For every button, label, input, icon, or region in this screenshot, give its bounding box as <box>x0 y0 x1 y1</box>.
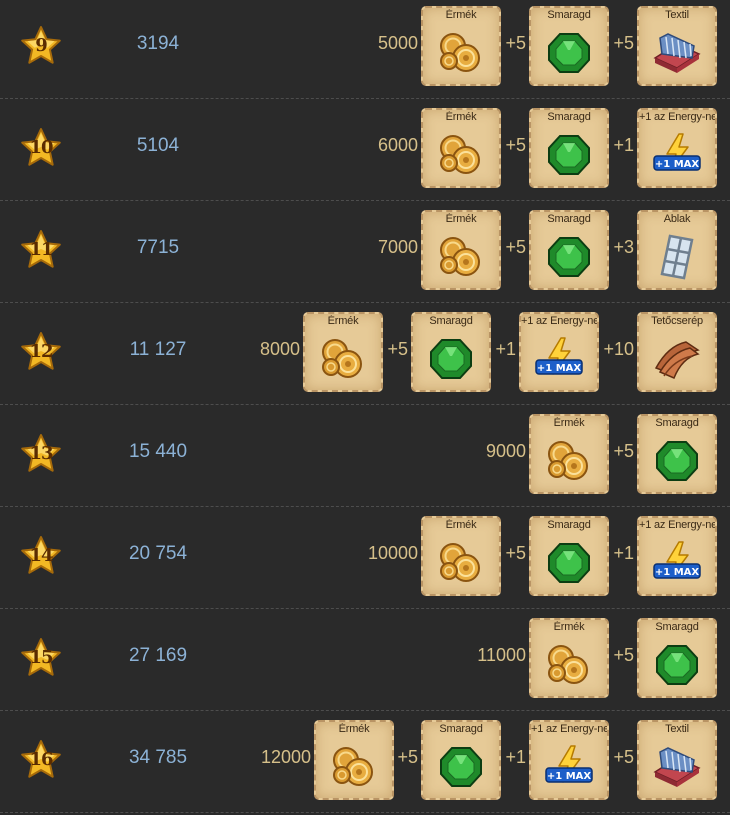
reward-label: Smaragd <box>655 417 699 429</box>
xp-required: 34 785 <box>128 747 188 768</box>
level-number: 14 <box>29 545 53 566</box>
level-row: 11 7715 7000 Érmék +5 Smaragd +3 Ablak <box>0 201 730 303</box>
reward-amount: 5000 <box>377 33 418 53</box>
reward-amount: +1 <box>495 339 516 359</box>
reward-amount: +5 <box>613 747 634 767</box>
reward-label: Érmék <box>445 519 477 531</box>
reward-label: +1 az Energy-nek <box>521 315 597 327</box>
level-star-icon: 11 <box>20 229 62 271</box>
level-number: 10 <box>29 137 53 158</box>
level-number: 13 <box>29 443 53 464</box>
reward-amount: +10 <box>603 339 634 359</box>
reward-label: Érmék <box>553 621 585 633</box>
level-row: 10 5104 6000 Érmék +5 Smaragd +1 +1 az Energy-n… <box>0 99 730 201</box>
xp-required: 15 440 <box>128 441 188 462</box>
reward-amount: 10000 <box>367 543 418 563</box>
reward-amount: +5 <box>505 33 526 53</box>
reward-card-energy[interactable]: +1 az Energy-nek +1 MAX <box>637 108 717 188</box>
svg-text:+1 MAX: +1 MAX <box>547 771 592 782</box>
level-star-icon: 16 <box>20 739 62 781</box>
reward-amount: +3 <box>613 237 634 257</box>
svg-text:+1 MAX: +1 MAX <box>655 567 700 578</box>
reward-label: Érmék <box>553 417 585 429</box>
reward-amount: 6000 <box>377 135 418 155</box>
reward-label: Smaragd <box>655 621 699 633</box>
level-star-icon: 12 <box>20 331 62 373</box>
xp-required: 3194 <box>136 33 180 54</box>
reward-label: Smaragd <box>439 723 483 735</box>
xp-required: 7715 <box>136 237 180 258</box>
reward-card-energy[interactable]: +1 az Energy-nek +1 MAX <box>637 516 717 596</box>
xp-required: 11 127 <box>129 339 187 360</box>
reward-label: Ablak <box>663 213 691 225</box>
level-star-icon: 10 <box>20 127 62 169</box>
reward-label: Textil <box>665 9 689 21</box>
reward-card-window[interactable]: Ablak <box>637 210 717 290</box>
xp-required: 5104 <box>136 135 180 156</box>
reward-amount: +5 <box>505 135 526 155</box>
reward-amount: 9000 <box>485 441 526 461</box>
level-number: 12 <box>29 341 53 362</box>
level-row: 9 3194 5000 Érmék +5 Smaragd +5 Textil <box>0 0 730 99</box>
level-row: 13 15 440 9000 Érmék +5 Smaragd <box>0 405 730 507</box>
level-star-icon: 13 <box>20 433 62 475</box>
reward-label: Érmék <box>338 723 370 735</box>
reward-label: Smaragd <box>547 519 591 531</box>
reward-label: +1 az Energy-nek <box>639 111 715 123</box>
level-row: 15 27 169 11000 Érmék +5 Smaragd <box>0 609 730 711</box>
reward-card-emerald[interactable]: Smaragd <box>637 414 717 494</box>
level-rewards-table: 9 3194 5000 Érmék +5 Smaragd +5 Textil 10 5104 600… <box>0 0 730 815</box>
level-number: 9 <box>35 35 48 56</box>
reward-label: Érmék <box>445 111 477 123</box>
reward-amount: 7000 <box>377 237 418 257</box>
reward-label: +1 az Energy-nek <box>531 723 607 735</box>
reward-label: Smaragd <box>429 315 473 327</box>
reward-label: Smaragd <box>547 9 591 21</box>
reward-amount: +5 <box>387 339 408 359</box>
reward-amount: 8000 <box>259 339 300 359</box>
reward-label: Smaragd <box>547 111 591 123</box>
xp-required: 20 754 <box>128 543 188 564</box>
level-row: 14 20 754 10000 Érmék +5 Smaragd +1 +1 az Energ… <box>0 507 730 609</box>
reward-label: Érmék <box>445 9 477 21</box>
svg-text:+1 MAX: +1 MAX <box>537 363 582 374</box>
reward-label: +1 az Energy-nek <box>639 519 715 531</box>
reward-label: Smaragd <box>547 213 591 225</box>
reward-amount: +5 <box>613 645 634 665</box>
level-number: 16 <box>29 749 53 770</box>
reward-label: Textil <box>665 723 689 735</box>
level-star-icon: 15 <box>20 637 62 679</box>
reward-card-textil[interactable]: Textil <box>637 6 717 86</box>
level-number: 15 <box>29 647 53 668</box>
level-row: 16 34 785 12000 Érmék +5 Smaragd +1 +1 az Energ… <box>0 711 730 813</box>
reward-amount: +1 <box>613 135 634 155</box>
reward-amount: +5 <box>505 237 526 257</box>
reward-card-emerald[interactable]: Smaragd <box>637 618 717 698</box>
reward-amount: +1 <box>613 543 634 563</box>
reward-amount: +5 <box>613 33 634 53</box>
level-row: 12 11 127 8000 Érmék +5 Smaragd +1 +1 az Energy… <box>0 303 730 405</box>
level-number: 11 <box>29 239 53 260</box>
reward-card-textil[interactable]: Textil <box>637 720 717 800</box>
reward-amount: +5 <box>613 441 634 461</box>
reward-amount: +5 <box>505 543 526 563</box>
reward-amount: 12000 <box>260 747 311 767</box>
reward-label: Tetőcserép <box>651 315 703 327</box>
level-star-icon: 14 <box>20 535 62 577</box>
reward-amount: 11000 <box>477 645 526 665</box>
xp-required: 27 169 <box>128 645 188 666</box>
reward-card-tile[interactable]: Tetőcserép <box>637 312 717 392</box>
reward-label: Érmék <box>327 315 359 327</box>
reward-label: Érmék <box>445 213 477 225</box>
svg-text:+1 MAX: +1 MAX <box>655 159 700 170</box>
level-star-icon: 9 <box>20 25 62 67</box>
reward-amount: +5 <box>397 747 418 767</box>
reward-amount: +1 <box>505 747 526 767</box>
